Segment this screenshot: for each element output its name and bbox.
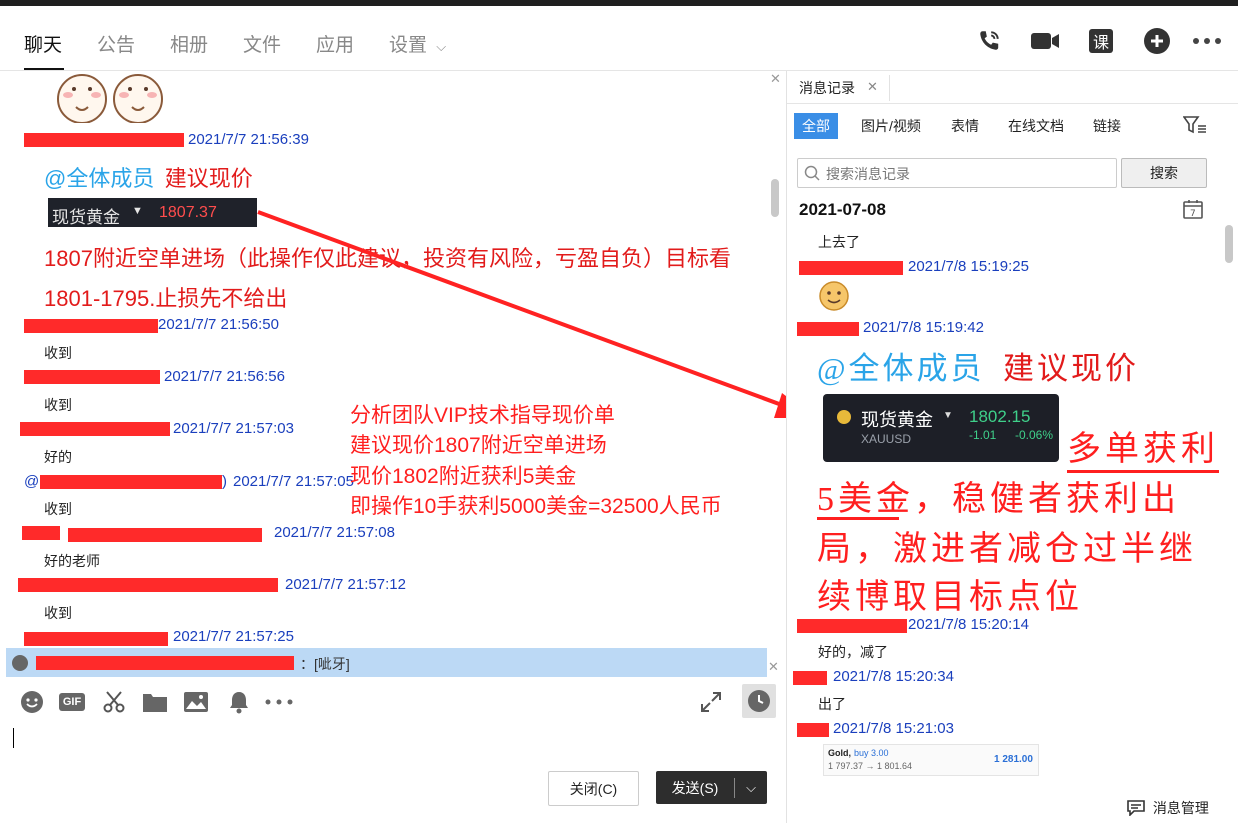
history-scrollbar[interactable] <box>1225 225 1233 263</box>
gif-icon[interactable]: GIF <box>58 688 86 716</box>
filter-all[interactable]: 全部 <box>794 113 838 139</box>
trade-label: Gold, <box>828 748 851 758</box>
quote-change-pct: -0.06% <box>1015 428 1054 442</box>
image-icon[interactable] <box>182 688 210 716</box>
filter-docs[interactable]: 在线文档 <box>1008 116 1064 136</box>
chevron-down-icon[interactable]: ⌵ <box>735 780 767 796</box>
caret-down-icon: ▼ <box>943 410 953 421</box>
filter-links[interactable]: 链接 <box>1093 116 1121 136</box>
close-icon[interactable]: ✕ <box>867 79 878 95</box>
emoji-icon[interactable] <box>18 688 46 716</box>
history-clock-icon[interactable] <box>742 684 776 718</box>
redacted-sender <box>797 322 859 336</box>
history-time: 2021/7/8 15:21:03 <box>833 720 954 737</box>
history-at-line: @全体成员 建议现价 <box>817 343 1139 388</box>
annotation-line-4: 续博取目标点位 <box>817 579 1083 616</box>
message-manage-label: 消息管理 <box>1152 800 1209 816</box>
scissors-icon[interactable] <box>100 688 128 716</box>
history-date: 2021-07-08 <box>799 200 886 219</box>
send-button-label: 发送(S) <box>671 779 719 796</box>
quote-symbol: XAUUSD <box>861 432 912 446</box>
at-all-mention[interactable]: @全体成员 <box>817 351 985 386</box>
folder-icon[interactable] <box>141 688 169 716</box>
annotation-line-1: 多单获利 <box>1067 421 1219 473</box>
history-time: 2021/7/8 15:19:42 <box>863 319 984 336</box>
quote-name: 现货黄金 <box>861 410 933 430</box>
message-manage-icon <box>1127 800 1145 817</box>
quote-price: 1802.15 <box>969 407 1031 426</box>
history-text: 上去了 <box>818 234 860 250</box>
history-search-input[interactable]: 搜索消息记录 <box>797 158 1117 188</box>
emoji-sticker <box>817 279 851 318</box>
input-toolbar: GIF <box>0 680 785 724</box>
annotation-line-2: 5美金，稳健者获利出 <box>817 481 1180 518</box>
message-history-panel: 消息记录 ✕ 全部 图片/视频 表情 在线文档 链接 搜索消息记录 搜索 202… <box>786 71 1238 823</box>
history-text: 出了 <box>818 696 846 712</box>
more-icon[interactable] <box>265 688 293 716</box>
history-time: 2021/7/8 15:20:34 <box>833 668 954 685</box>
gold-coin-icon <box>837 410 851 424</box>
history-tab-bar: 消息记录 ✕ <box>787 71 1238 104</box>
quote-change: -1.01 <box>969 428 997 442</box>
bell-icon[interactable] <box>225 688 253 716</box>
gif-icon-label: GIF <box>59 693 85 711</box>
trade-card-image[interactable]: Gold, buy 3.00 1 797.37 → 1 801.64 1 281… <box>823 744 1039 776</box>
history-time: 2021/7/8 15:19:25 <box>908 258 1029 275</box>
annotation-line-3: 局，激进者减仓过半继 <box>817 531 1197 568</box>
history-filter-bar: 全部 图片/视频 表情 在线文档 链接 <box>787 109 1238 141</box>
trade-side: buy 3.00 <box>854 748 889 758</box>
message-manage-link[interactable]: 消息管理 <box>1127 798 1209 818</box>
filter-emoji[interactable]: 表情 <box>951 116 979 136</box>
suggest-text: 建议现价 <box>1003 351 1140 386</box>
expand-icon[interactable] <box>697 688 725 716</box>
history-time: 2021/7/8 15:20:14 <box>908 616 1029 633</box>
search-placeholder: 搜索消息记录 <box>826 166 910 182</box>
redacted-sender <box>793 671 827 685</box>
search-icon <box>804 165 820 181</box>
history-text: 好的，减了 <box>818 644 888 660</box>
svg-text:7: 7 <box>1190 209 1196 219</box>
history-tab-title[interactable]: 消息记录 <box>799 78 855 98</box>
filter-media[interactable]: 图片/视频 <box>861 116 921 136</box>
search-button[interactable]: 搜索 <box>1121 158 1207 188</box>
redacted-sender <box>799 261 903 275</box>
message-input[interactable]: 关闭(C) 发送(S) ⌵ <box>0 724 785 823</box>
send-button[interactable]: 发送(S) ⌵ <box>656 771 767 804</box>
close-button[interactable]: 关闭(C) <box>548 771 639 806</box>
redacted-sender <box>797 723 829 737</box>
trade-prices: 1 797.37 → 1 801.64 <box>828 761 913 771</box>
redacted-sender <box>797 619 907 633</box>
gold-quote-card[interactable]: 现货黄金 ▼ 1802.15 XAUUSD -1.01 -0.06% <box>823 394 1059 462</box>
filter-icon[interactable] <box>1182 115 1207 140</box>
tab-divider <box>889 75 890 101</box>
text-caret <box>13 728 14 748</box>
calendar-icon[interactable]: 7 <box>1183 199 1203 224</box>
annotation-underline <box>817 517 899 520</box>
trade-profit: 1 281.00 <box>994 754 1033 765</box>
